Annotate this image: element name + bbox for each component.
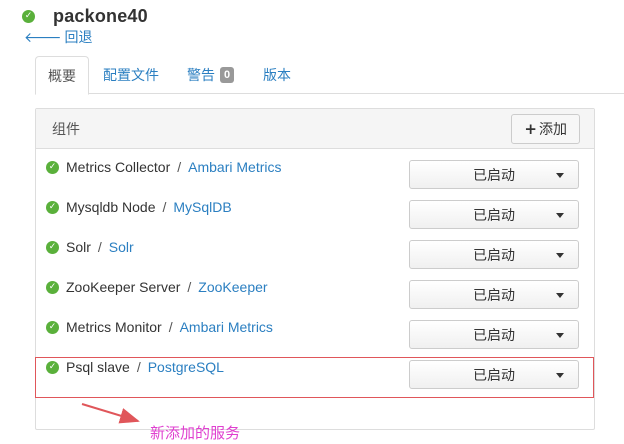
caret-down-icon bbox=[556, 213, 564, 218]
tab-summary-label: 概要 bbox=[48, 67, 76, 84]
component-row: ✓ Mysqldb Node / MySqlDB 已启动 bbox=[36, 189, 594, 229]
component-state-label: 已启动 bbox=[473, 166, 515, 183]
component-label: Solr / Solr bbox=[66, 239, 134, 255]
caret-down-icon bbox=[556, 293, 564, 298]
components-panel-heading: 组件 + 添加 bbox=[36, 109, 594, 149]
service-link[interactable]: Solr bbox=[109, 239, 134, 255]
component-label: ZooKeeper Server / ZooKeeper bbox=[66, 279, 268, 295]
component-separator: / bbox=[97, 239, 102, 255]
component-row: ✓ Solr / Solr 已启动 bbox=[36, 229, 594, 269]
component-name: Solr bbox=[66, 239, 91, 255]
back-link[interactable]: 🡐 回退 bbox=[24, 28, 93, 46]
component-state-label: 已启动 bbox=[473, 206, 515, 223]
component-state-dropdown[interactable]: 已启动 bbox=[409, 160, 579, 189]
component-state-label: 已启动 bbox=[473, 246, 515, 263]
component-state-dropdown[interactable]: 已启动 bbox=[409, 240, 579, 269]
component-row: ✓ ZooKeeper Server / ZooKeeper 已启动 bbox=[36, 269, 594, 309]
component-row: ✓ Metrics Collector / Ambari Metrics 已启动 bbox=[36, 149, 594, 189]
component-name: Mysqldb Node bbox=[66, 199, 156, 215]
alerts-count-badge: 0 bbox=[220, 67, 235, 83]
annotation-text: 新添加的服务 bbox=[150, 424, 241, 442]
component-name: Metrics Collector bbox=[66, 159, 171, 175]
component-state-label: 已启动 bbox=[473, 286, 515, 303]
component-separator: / bbox=[177, 159, 182, 175]
component-separator: / bbox=[168, 319, 173, 335]
component-label: Mysqldb Node / MySqlDB bbox=[66, 199, 232, 215]
host-name: packone40 bbox=[53, 5, 148, 26]
component-row: ✓ Metrics Monitor / Ambari Metrics 已启动 bbox=[36, 309, 594, 349]
service-link[interactable]: ZooKeeper bbox=[198, 279, 267, 295]
component-status-check-icon: ✓ bbox=[46, 321, 59, 334]
host-tabs: 概要 配置文件 警告 0 版本 bbox=[35, 56, 624, 95]
host-status-check-icon: ✓ bbox=[22, 9, 35, 23]
add-component-button[interactable]: + 添加 bbox=[511, 113, 580, 144]
host-header: ✓ packone40 bbox=[22, 4, 148, 28]
component-state-label: 已启动 bbox=[473, 326, 515, 343]
new-service-highlight bbox=[35, 357, 594, 398]
component-state-dropdown[interactable]: 已启动 bbox=[409, 280, 579, 309]
service-link[interactable]: Ambari Metrics bbox=[188, 159, 281, 175]
component-label: Metrics Monitor / Ambari Metrics bbox=[66, 319, 273, 335]
tab-alerts-label: 警告 bbox=[187, 67, 215, 83]
component-name: Metrics Monitor bbox=[66, 319, 162, 335]
tab-configs[interactable]: 配置文件 bbox=[91, 56, 171, 94]
tab-versions[interactable]: 版本 bbox=[251, 56, 303, 94]
add-component-label: 添加 bbox=[539, 120, 567, 137]
component-status-check-icon: ✓ bbox=[46, 161, 59, 174]
caret-down-icon bbox=[556, 253, 564, 258]
component-separator: / bbox=[162, 199, 167, 215]
plus-icon: + bbox=[524, 119, 537, 138]
component-status-check-icon: ✓ bbox=[46, 201, 59, 214]
tab-versions-label: 版本 bbox=[263, 67, 291, 83]
component-label: Metrics Collector / Ambari Metrics bbox=[66, 159, 282, 175]
component-name: ZooKeeper Server bbox=[66, 279, 181, 295]
back-label: 回退 bbox=[64, 29, 93, 45]
tab-configs-label: 配置文件 bbox=[103, 67, 159, 83]
component-separator: / bbox=[187, 279, 192, 295]
components-title: 组件 bbox=[52, 120, 80, 137]
service-link[interactable]: MySqlDB bbox=[173, 199, 231, 215]
caret-down-icon bbox=[556, 173, 564, 178]
component-status-check-icon: ✓ bbox=[46, 241, 59, 254]
tab-summary[interactable]: 概要 bbox=[35, 56, 89, 95]
tab-alerts[interactable]: 警告 0 bbox=[175, 56, 246, 94]
component-state-dropdown[interactable]: 已启动 bbox=[409, 320, 579, 349]
component-status-check-icon: ✓ bbox=[46, 281, 59, 294]
component-state-dropdown[interactable]: 已启动 bbox=[409, 200, 579, 229]
caret-down-icon bbox=[556, 333, 564, 338]
service-link[interactable]: Ambari Metrics bbox=[180, 319, 273, 335]
arrow-left-icon: 🡐 bbox=[24, 29, 62, 46]
